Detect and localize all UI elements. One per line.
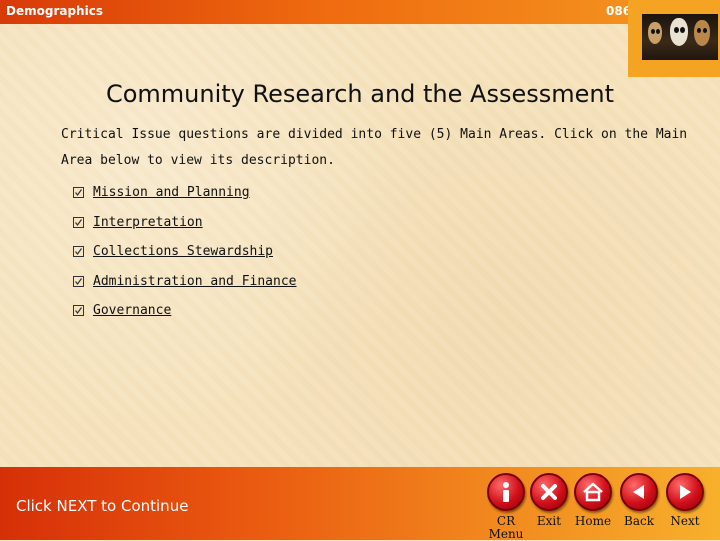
title-bar: Demographics 086 — [0, 0, 720, 24]
arrow-left-icon — [620, 473, 658, 511]
area-link-mission-planning[interactable]: Mission and Planning — [93, 185, 250, 200]
arrow-right-icon — [666, 473, 704, 511]
exit-button[interactable]: Exit — [524, 471, 574, 539]
back-button[interactable]: Back — [614, 471, 664, 539]
checkbox-bullet-icon — [72, 246, 84, 258]
checkbox-bullet-icon — [72, 216, 84, 228]
list-item: Interpretation — [72, 208, 297, 238]
section-title: Demographics — [6, 4, 103, 18]
page-title: Community Research and the Assessment — [105, 80, 614, 108]
area-link-governance[interactable]: Governance — [93, 303, 171, 318]
area-link-interpretation[interactable]: Interpretation — [93, 215, 203, 230]
area-link-collections-stewardship[interactable]: Collections Stewardship — [93, 244, 273, 259]
intro-text: Critical Issue questions are divided int… — [61, 127, 688, 168]
exit-label: Exit — [536, 514, 562, 528]
list-item: Administration and Finance — [72, 267, 297, 297]
checkbox-bullet-icon — [72, 275, 84, 287]
home-label: Home — [574, 514, 612, 528]
continue-instruction: Click NEXT to Continue — [16, 497, 189, 515]
main-areas-list: Mission and Planning Interpretation Coll… — [72, 178, 297, 326]
masks-photo — [642, 14, 718, 60]
home-button[interactable]: Home — [568, 471, 618, 539]
home-icon — [574, 473, 612, 511]
mask-left — [648, 22, 662, 44]
footer-bar: Click NEXT to Continue CR Menu Exit Home… — [0, 467, 720, 541]
close-icon — [530, 473, 568, 511]
mask-center — [670, 18, 688, 46]
list-item: Mission and Planning — [72, 178, 297, 208]
next-label: Next — [670, 514, 700, 528]
back-label: Back — [624, 514, 654, 528]
area-link-administration-finance[interactable]: Administration and Finance — [93, 274, 297, 289]
list-item: Collections Stewardship — [72, 237, 297, 267]
mask-right — [694, 20, 710, 46]
checkbox-bullet-icon — [72, 305, 84, 317]
next-button[interactable]: Next — [660, 471, 710, 539]
checkbox-bullet-icon — [72, 187, 84, 199]
info-icon — [487, 473, 525, 511]
list-item: Governance — [72, 296, 297, 326]
